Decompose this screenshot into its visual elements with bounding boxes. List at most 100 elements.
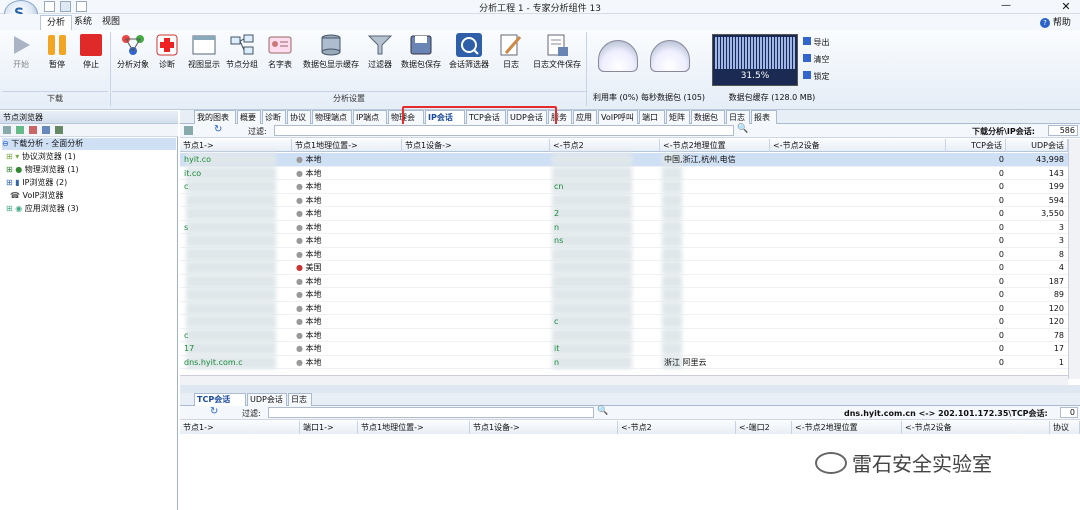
bottom-column-header-3[interactable]: 节点1设备-> — [470, 421, 618, 434]
bottom-tab-2[interactable]: 日志 — [288, 393, 312, 406]
menu-view[interactable]: 视图 — [96, 15, 126, 30]
diagnose-button[interactable]: 诊断 — [150, 33, 184, 70]
tab-14[interactable]: 矩阵 — [666, 110, 690, 124]
help-label: 帮助 — [1052, 18, 1071, 28]
view-display-button[interactable]: 视图显示 — [184, 33, 224, 70]
table-row[interactable]: dns.hyit.com.c ● 本地 n 浙江 阿里云 0 1 — [180, 355, 1068, 369]
horizontal-scrollbar[interactable] — [180, 375, 1068, 385]
cell-geo2 — [662, 180, 770, 193]
bottom-column-header-1[interactable]: 端口1-> — [300, 421, 358, 434]
table-row[interactable]: ● 本地 c 0 120 — [180, 315, 1068, 329]
bottom-column-header-0[interactable]: 节点1-> — [180, 421, 300, 434]
cell-udp: 8 — [1058, 249, 1064, 259]
tab-17[interactable]: 报表 — [751, 110, 777, 124]
column-header-4[interactable]: <-节点2地理位置 — [660, 139, 770, 152]
stop-button[interactable]: 停止 — [72, 33, 110, 70]
bottom-column-header-5[interactable]: <-端口2 — [736, 421, 792, 434]
tree-item-protocol-browser[interactable]: ⊞ ▾ 协议浏览器 (1) — [6, 151, 76, 163]
bottom-filter-input[interactable] — [268, 407, 594, 418]
tab-16[interactable]: 日志 — [726, 110, 750, 124]
table-row[interactable]: 17 ● 本地 it 0 17 — [180, 342, 1068, 356]
table-row[interactable]: ● 本地 ns 0 3 — [180, 234, 1068, 248]
table-row[interactable]: it.co ● 本地 0 143 — [180, 166, 1068, 180]
cell-tcp: 0 — [998, 195, 1004, 205]
cell-geo1: ● 本地 — [294, 167, 402, 180]
close-icon[interactable]: ✕ — [1058, 0, 1074, 13]
tree-item-voip-browser[interactable]: ☎ VoIP浏览器 — [10, 190, 63, 202]
column-header-7[interactable]: UDP会话 — [1006, 139, 1068, 152]
table-row[interactable]: c ● 本地 cn 0 199 — [180, 180, 1068, 194]
minimize-icon[interactable]: — — [998, 0, 1014, 13]
column-header-0[interactable]: 节点1-> — [180, 139, 292, 152]
table-row[interactable]: s ● 本地 n 0 3 — [180, 220, 1068, 234]
pane-splitter[interactable] — [180, 385, 1080, 393]
tab-0[interactable]: 我的图表 — [194, 110, 236, 124]
tab-4[interactable]: 物理端点 — [312, 110, 352, 124]
filter-search-icon[interactable]: 🔍 — [737, 124, 748, 134]
bottom-filter-search-icon[interactable]: 🔍 — [597, 406, 608, 416]
packet-save-button[interactable]: 数据包保存 — [398, 33, 444, 70]
filter-button[interactable]: 过滤器 — [362, 33, 398, 70]
export-button[interactable]: 导出 — [803, 37, 830, 49]
session-filter-label: 会话筛选器 — [449, 60, 489, 69]
toolbar-grid-icon[interactable] — [3, 126, 11, 134]
table-row[interactable]: hyit.co ● 本地 中国,浙江,杭州,电信 0 43,998 — [180, 153, 1068, 167]
bottom-tab-1[interactable]: UDP会话 — [247, 393, 287, 406]
column-header-3[interactable]: <-节点2 — [550, 139, 660, 152]
column-header-2[interactable]: 节点1设备-> — [402, 139, 550, 152]
tab-3[interactable]: 协议 — [287, 110, 311, 124]
toolbar-refresh-icon[interactable] — [16, 126, 24, 134]
table-row[interactable]: ● 本地 0 187 — [180, 274, 1068, 288]
start-label: 开始 — [13, 60, 29, 69]
tab-12[interactable]: VoIP呼叫 — [598, 110, 638, 124]
column-header-5[interactable]: <-节点2设备 — [770, 139, 946, 152]
bottom-column-header-4[interactable]: <-节点2 — [618, 421, 736, 434]
filter-toolbar-icon[interactable] — [184, 126, 193, 135]
start-button[interactable]: 开始 — [2, 33, 40, 70]
table-row[interactable]: ● 美国 0 4 — [180, 261, 1068, 275]
toolbar-color-icon[interactable] — [29, 126, 37, 134]
tree-item-application-browser[interactable]: ⊞ ◉ 应用浏览器 (3) — [6, 203, 79, 215]
tree-item-physical-browser[interactable]: ⊞ ● 物理浏览器 (1) — [6, 164, 79, 176]
tree-item-download-analysis[interactable]: ⊖ 下载分析 - 全面分析 — [2, 138, 176, 150]
help-link[interactable]: ? 帮助 — [1040, 15, 1071, 28]
filter-refresh-icon[interactable]: ↻ — [214, 124, 222, 135]
pause-button[interactable]: 暂停 — [38, 33, 76, 70]
bottom-column-header-8[interactable]: 协议 — [1050, 421, 1080, 434]
table-row[interactable]: ● 本地 0 594 — [180, 193, 1068, 207]
tab-5[interactable]: IP端点 — [353, 110, 387, 124]
bottom-column-header-6[interactable]: <-节点2地理位置 — [792, 421, 902, 434]
toolbar-network-icon[interactable] — [55, 126, 63, 134]
vertical-scrollbar[interactable] — [1068, 139, 1080, 379]
column-header-1[interactable]: 节点1地理位置-> — [292, 139, 402, 152]
log-button[interactable]: 日志 — [494, 33, 528, 70]
tab-11[interactable]: 应用 — [573, 110, 597, 124]
tab-1[interactable]: 概要 — [237, 110, 261, 124]
node-group-button[interactable]: 节点分组 — [222, 33, 262, 70]
toolbar-tools-icon[interactable] — [42, 126, 50, 134]
filter-input[interactable] — [274, 125, 734, 136]
table-row[interactable]: ● 本地 0 8 — [180, 247, 1068, 261]
analysis-object-button[interactable]: 分析对象 — [113, 33, 153, 70]
log-file-save-button[interactable]: 日志文件保存 — [528, 33, 586, 70]
bottom-column-header-2[interactable]: 节点1地理位置-> — [358, 421, 470, 434]
bottom-filter-refresh-icon[interactable]: ↻ — [210, 406, 218, 417]
table-row[interactable]: c ● 本地 0 78 — [180, 328, 1068, 342]
session-filter-button[interactable]: 会话筛选器 — [446, 33, 492, 70]
table-row[interactable]: ● 本地 0 89 — [180, 288, 1068, 302]
tree-item-ip-browser[interactable]: ⊞ ▮ IP浏览器 (2) — [6, 177, 67, 189]
tab-15[interactable]: 数据包 — [691, 110, 725, 124]
tab-13[interactable]: 端口 — [639, 110, 665, 124]
bottom-tab-0[interactable]: TCP会话 — [194, 393, 246, 406]
cell-n1 — [182, 315, 292, 328]
table-row[interactable]: ● 本地 2 0 3,550 — [180, 207, 1068, 221]
bottom-column-header-7[interactable]: <-节点2设备 — [902, 421, 1050, 434]
column-header-6[interactable]: TCP会话 — [946, 139, 1006, 152]
menu-system[interactable]: 系统 — [68, 15, 98, 30]
table-row[interactable]: ● 本地 0 120 — [180, 301, 1068, 315]
packet-cache-button[interactable]: 数据包显示缓存 — [300, 33, 362, 70]
tab-2[interactable]: 诊断 — [262, 110, 286, 124]
clear-button[interactable]: 清空 — [803, 54, 830, 66]
lock-button[interactable]: 锁定 — [803, 71, 830, 83]
name-table-button[interactable]: 名字表 — [262, 33, 298, 70]
